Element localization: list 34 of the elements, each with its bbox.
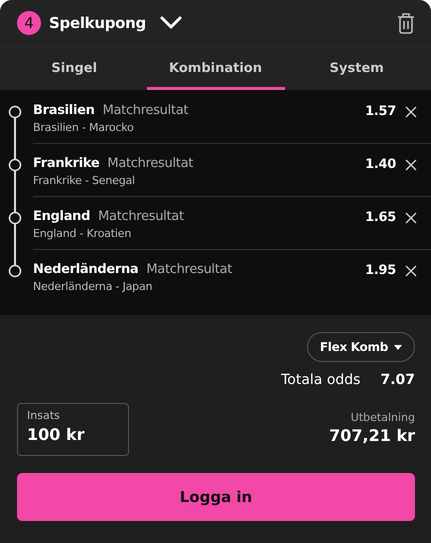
- match-name: Nederländerna - Japan: [33, 280, 154, 293]
- chevron-down-icon[interactable]: [160, 16, 182, 30]
- payout-value: 707,21 kr: [329, 426, 415, 445]
- odds-value: 1.40: [365, 157, 396, 172]
- selection-name: Nederländerna: [33, 262, 138, 277]
- bet-type-dropdown[interactable]: Flex Komb: [306, 332, 415, 362]
- odds-value: 1.57: [365, 104, 396, 119]
- coupon-title: Spelkupong: [49, 14, 146, 32]
- selection-name: Brasilien: [33, 103, 95, 118]
- trash-icon[interactable]: [397, 12, 415, 34]
- match-name: Frankrike - Senegal: [33, 174, 136, 187]
- market-name: Matchresultat: [102, 103, 188, 118]
- close-icon[interactable]: [405, 265, 417, 277]
- stake-field[interactable]: Insats 100 kr: [17, 403, 129, 456]
- market-name: Matchresultat: [107, 156, 194, 171]
- tab[interactable]: Singel: [3, 47, 146, 90]
- odds-value: 1.65: [365, 210, 396, 225]
- close-icon[interactable]: [405, 159, 417, 171]
- match-name: England - Kroatien: [33, 227, 132, 240]
- market-name: Matchresultat: [98, 209, 184, 224]
- caret-icon: [394, 344, 402, 350]
- tab[interactable]: System: [286, 47, 428, 90]
- total-odds-value: 7.07: [380, 372, 415, 388]
- selection-name: England: [33, 209, 90, 224]
- selection-name: Frankrike: [33, 156, 100, 171]
- close-icon[interactable]: [405, 212, 417, 224]
- odds-value: 1.95: [365, 263, 396, 278]
- market-name: Matchresultat: [146, 262, 232, 277]
- match-name: Brasilien - Marocko: [33, 121, 135, 134]
- login-button[interactable]: Logga in: [17, 473, 415, 521]
- total-odds-label: Totala odds: [281, 372, 360, 388]
- close-icon[interactable]: [405, 106, 417, 118]
- payout-label: Utbetalning: [350, 411, 415, 424]
- count-badge: 4: [17, 11, 41, 35]
